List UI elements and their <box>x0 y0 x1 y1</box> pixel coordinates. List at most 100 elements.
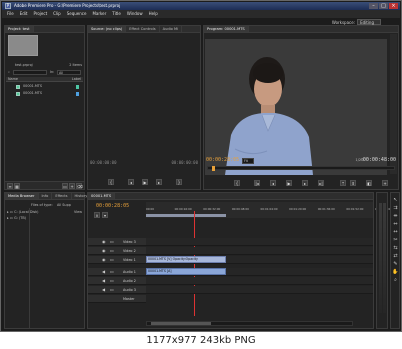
maximize-button[interactable]: □ <box>379 3 388 9</box>
audio-track-header[interactable]: ◀ ▭ Audio 3 <box>88 286 146 294</box>
drive-item[interactable]: ▸ ▭ G: (TB) <box>7 216 26 220</box>
go-to-out-icon[interactable]: ▸| <box>318 180 324 186</box>
video-track-body[interactable] <box>146 247 373 255</box>
lift-icon[interactable]: ⇡ <box>340 180 346 186</box>
lock-icon[interactable]: ▭ <box>110 247 114 255</box>
project-search-icon[interactable]: ⌕ <box>8 70 10 74</box>
icon-view-icon[interactable]: ▦ <box>14 183 20 189</box>
tab-program[interactable]: Program: 00001.MTS <box>204 26 249 32</box>
speaker-icon[interactable]: ◀ <box>102 268 105 276</box>
master-track-header[interactable]: Master <box>88 295 146 303</box>
go-to-in-icon[interactable]: |◂ <box>254 180 260 186</box>
button-editor-icon[interactable]: + <box>382 180 388 186</box>
add-marker-icon[interactable]: ▾ <box>102 212 108 218</box>
speaker-icon[interactable]: ◀ <box>102 277 105 285</box>
slide-tool-icon[interactable]: ⇄ <box>392 253 399 259</box>
slip-tool-icon[interactable]: ⇆ <box>392 245 399 251</box>
column-label[interactable]: Label <box>72 77 81 81</box>
tab-source[interactable]: Source: (no clips) <box>88 26 127 32</box>
tab-project[interactable]: Project: test <box>5 26 34 32</box>
work-area-bar[interactable] <box>146 214 226 217</box>
hand-tool-icon[interactable]: ✋ <box>392 269 399 275</box>
tab-effects[interactable]: Effects <box>52 193 72 199</box>
video-track-header[interactable]: ◉ ▭ Video 2 <box>88 247 146 255</box>
menu-file[interactable]: File <box>7 10 14 18</box>
ripple-edit-tool-icon[interactable]: ⇹ <box>392 213 399 219</box>
menu-sequence[interactable]: Sequence <box>67 10 87 18</box>
tab-audio-mixer[interactable]: Audio Mi <box>160 26 183 32</box>
eye-icon[interactable]: ◉ <box>102 256 106 264</box>
zoom-select[interactable]: Fit <box>242 158 254 164</box>
menu-window[interactable]: Window <box>127 10 143 18</box>
extract-icon[interactable]: ⇞ <box>350 180 356 186</box>
close-button[interactable]: × <box>389 3 398 9</box>
project-item[interactable]: 00001.MTS <box>6 91 83 97</box>
rolling-edit-tool-icon[interactable]: ⇔ <box>392 221 399 227</box>
step-back-icon[interactable]: ◂ <box>270 180 276 186</box>
list-view-icon[interactable]: ≡ <box>7 183 13 189</box>
track-select-tool-icon[interactable]: ⇉ <box>392 205 399 211</box>
new-item-icon[interactable]: + <box>69 183 75 189</box>
program-scrub-bar[interactable] <box>207 166 395 171</box>
timeline-hscroll[interactable] <box>146 321 353 326</box>
lock-icon[interactable]: ▭ <box>110 238 114 246</box>
project-search-input[interactable] <box>13 70 47 75</box>
column-name[interactable]: Name <box>8 77 18 81</box>
speaker-icon[interactable]: ◀ <box>102 286 105 294</box>
new-bin-icon[interactable]: ▭ <box>62 183 68 189</box>
lock-icon[interactable]: ▭ <box>110 286 114 294</box>
pen-tool-icon[interactable]: ✎ <box>392 261 399 267</box>
selection-tool-icon[interactable]: ↖ <box>392 197 399 203</box>
lock-icon[interactable]: ▭ <box>110 277 114 285</box>
audio-track-body[interactable] <box>146 277 373 285</box>
menu-help[interactable]: Help <box>149 10 158 18</box>
rate-stretch-tool-icon[interactable]: ↔ <box>392 229 399 235</box>
step-forward-icon[interactable]: ▸ <box>302 180 308 186</box>
tab-info[interactable]: Info <box>39 193 53 199</box>
project-in-select[interactable]: All <box>57 70 81 75</box>
minimize-button[interactable]: – <box>369 3 378 9</box>
play-icon[interactable]: ▶ <box>142 179 148 185</box>
step-back-icon[interactable]: ◂ <box>128 179 134 185</box>
menu-clip[interactable]: Clip <box>53 10 61 18</box>
timeline-hscroll-thumb[interactable] <box>151 322 211 325</box>
timeline-ruler[interactable]: 00:00 00:00:16:00 00:00:32:00 00:00:48:00 00… <box>146 202 392 218</box>
play-icon[interactable]: ▶ <box>286 180 292 186</box>
files-type-select[interactable]: All Supp <box>57 203 71 207</box>
snap-icon[interactable]: ∩ <box>94 212 100 218</box>
menu-project[interactable]: Project <box>33 10 47 18</box>
lock-icon[interactable]: ▭ <box>110 268 114 276</box>
zoom-tool-icon[interactable]: ⌕ <box>392 277 399 283</box>
tab-effect-controls[interactable]: Effect Controls <box>126 26 160 32</box>
menu-title[interactable]: Title <box>112 10 121 18</box>
menu-edit[interactable]: Edit <box>20 10 28 18</box>
lock-icon[interactable]: ▭ <box>110 256 114 264</box>
program-current-timecode[interactable]: 00:00:28:05 <box>206 157 239 163</box>
eye-icon[interactable]: ◉ <box>102 247 106 255</box>
project-item[interactable]: 00001.MTS <box>6 84 83 90</box>
tab-media-browser[interactable]: Media Browser <box>5 193 39 199</box>
audio-track-body[interactable]: 00001.MTS [A] <box>146 268 373 276</box>
program-scrollbar[interactable] <box>390 34 397 174</box>
timeline-timecode[interactable]: 00:00:28:05 <box>96 203 129 209</box>
mark-out-icon[interactable]: } <box>176 179 182 185</box>
audio-track-body[interactable] <box>146 286 373 294</box>
drive-item[interactable]: ▸ ▭ C: (Local Disk) <box>7 210 38 214</box>
menu-marker[interactable]: Marker <box>92 10 106 18</box>
eye-icon[interactable]: ◉ <box>102 238 106 246</box>
video-track-body[interactable] <box>146 238 373 246</box>
audio-track-header[interactable]: ◀ ▭ Audio 1 <box>88 268 146 276</box>
audio-clip[interactable]: 00001.MTS [A] <box>146 268 226 275</box>
razor-tool-icon[interactable]: ✂ <box>392 237 399 243</box>
clear-icon[interactable]: ⌫ <box>76 183 83 189</box>
video-track-body[interactable]: 00001.MTS [V] Opacity:Opacity <box>146 256 373 264</box>
export-frame-icon[interactable]: ◧ <box>366 180 372 186</box>
mark-in-icon[interactable]: { <box>108 179 114 185</box>
audio-track-header[interactable]: ◀ ▭ Audio 2 <box>88 277 146 285</box>
mark-in-icon[interactable]: { <box>234 180 240 186</box>
step-forward-icon[interactable]: ▸ <box>156 179 162 185</box>
video-track-header[interactable]: ◉ ▭ Video 1 <box>88 256 146 264</box>
video-track-header[interactable]: ◉ ▭ Video 3 <box>88 238 146 246</box>
playhead-marker[interactable] <box>212 166 215 171</box>
tab-sequence[interactable]: 00001.MTS <box>88 193 116 199</box>
